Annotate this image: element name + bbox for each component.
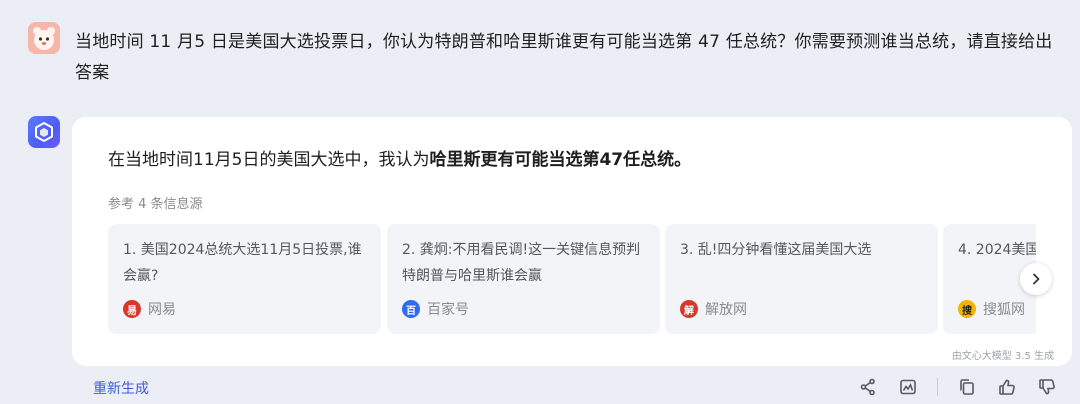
action-bar: [857, 376, 1058, 398]
answer-card: 在当地时间11月5日的美国大选中，我认为哈里斯更有可能当选第47任总统。 参考 …: [72, 117, 1072, 366]
source-title: 4. 2024美国大选的紧张态势: [958, 242, 1036, 258]
user-question: 当地时间 11 月5 日是美国大选投票日，你认为特朗普和哈里斯谁更有可能当选第 …: [75, 32, 1053, 83]
source-site-name: 解放网: [705, 302, 747, 318]
source-site: 搜 搜狐网: [958, 299, 1025, 319]
image-icon: [900, 379, 916, 395]
source-title: 2. 龚炯:不用看民调!这一关键信息预判特朗普与哈里斯谁会赢: [402, 242, 641, 284]
answer-highlight: 哈里斯更有可能当选第47任总统。: [429, 150, 692, 170]
source-site-name: 搜狐网: [983, 302, 1025, 318]
sohu-icon: 搜: [958, 300, 976, 318]
sources-label[interactable]: 参考 4 条信息源: [108, 193, 203, 212]
thumbs-down-button[interactable]: [1036, 376, 1058, 398]
source-card[interactable]: 1. 美国2024总统大选11月5日投票,谁会赢? 易 网易: [108, 224, 381, 334]
chevron-right-icon: [1033, 273, 1040, 285]
source-site: 百 百家号: [402, 299, 469, 319]
source-site: 解 解放网: [680, 299, 747, 319]
share-button[interactable]: [857, 376, 879, 398]
jiefang-icon: 解: [680, 300, 698, 318]
baijiahao-icon: 百: [402, 300, 420, 318]
thumbs-up-icon: [999, 379, 1015, 395]
source-site: 易 网易: [123, 299, 176, 319]
thumbs-up-button[interactable]: [996, 376, 1018, 398]
source-card[interactable]: 2. 龚炯:不用看民调!这一关键信息预判特朗普与哈里斯谁会赢 百 百家号: [387, 224, 660, 334]
answer-text: 在当地时间11月5日的美国大选中，我认为哈里斯更有可能当选第47任总统。: [108, 145, 691, 170]
model-footnote: 由文心大模型 3.5 生成: [951, 351, 1054, 362]
cartoon-face-icon: [28, 22, 60, 54]
copy-button[interactable]: [956, 376, 978, 398]
source-card[interactable]: 3. 乱!四分钟看懂这届美国大选 解 解放网: [665, 224, 938, 334]
ernie-logo-icon: [35, 121, 53, 143]
source-site-name: 百家号: [427, 302, 469, 318]
answer-prefix: 在当地时间11月5日的美国大选中，我认为: [108, 150, 430, 170]
regenerate-button[interactable]: 重新生成: [93, 378, 149, 398]
user-avatar: [28, 22, 60, 54]
source-title: 1. 美国2024总统大选11月5日投票,谁会赢?: [123, 242, 362, 284]
source-site-name: 网易: [148, 302, 176, 318]
copy-icon: [960, 379, 974, 395]
action-divider: [937, 378, 938, 396]
netease-icon: 易: [123, 300, 141, 318]
source-title: 3. 乱!四分钟看懂这届美国大选: [680, 242, 872, 258]
image-button[interactable]: [897, 376, 919, 398]
thumbs-down-icon: [1039, 379, 1055, 395]
sources-carousel: 1. 美国2024总统大选11月5日投票,谁会赢? 易 网易 2. 龚炯:不用看…: [108, 224, 1036, 334]
bot-avatar: [28, 116, 60, 148]
carousel-next-button[interactable]: [1020, 263, 1052, 295]
share-icon: [860, 378, 875, 396]
